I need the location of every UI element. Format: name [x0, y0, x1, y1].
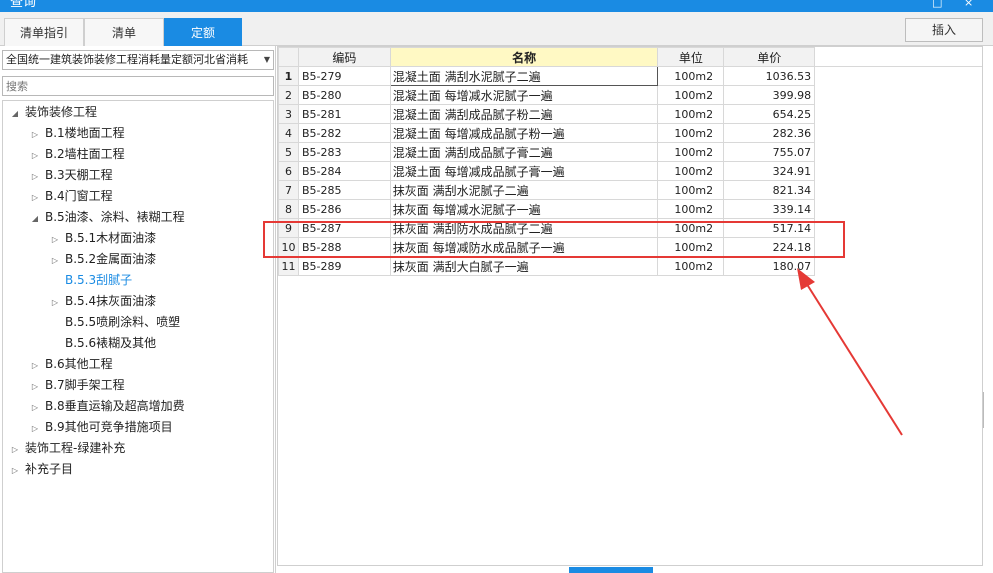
arrow-head: [797, 268, 815, 290]
annotation-arrow-icon: [797, 268, 903, 436]
scrollbar-edge[interactable]: [983, 392, 993, 428]
arrow-shaft: [802, 277, 903, 436]
resize-handle[interactable]: [569, 567, 653, 573]
